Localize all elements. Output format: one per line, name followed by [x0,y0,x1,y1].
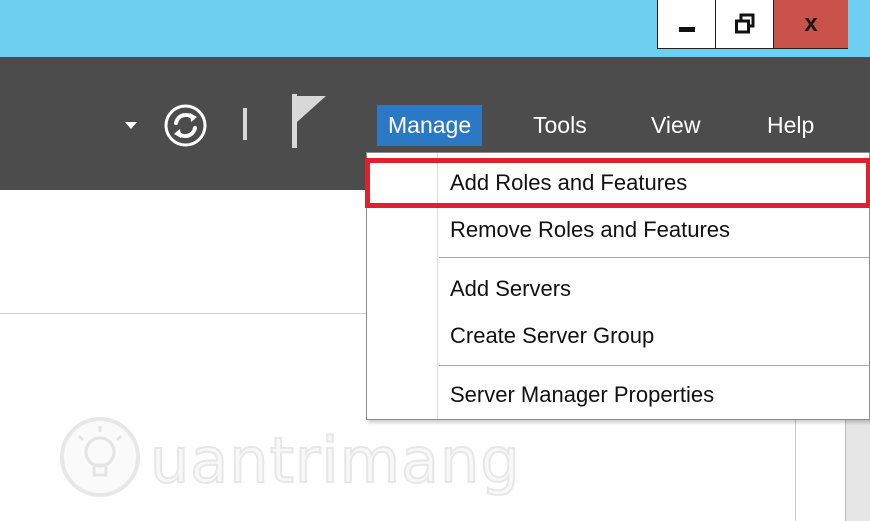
flag-icon[interactable] [288,92,328,150]
menu-item-remove-roles-and-features[interactable]: Remove Roles and Features [367,208,870,252]
menu-separator [439,365,869,366]
menu-tools[interactable]: Tools [533,105,587,146]
restore-button[interactable] [716,0,774,48]
side-panel [845,420,870,521]
minimize-icon [678,27,695,32]
menu-item-label: Add Servers [450,276,572,301]
lightbulb-icon [60,417,140,497]
close-icon: x [804,10,818,37]
close-button[interactable]: x [774,0,848,48]
menu-item-label: Create Server Group [450,323,655,348]
title-bar: x [0,0,870,57]
menu-view[interactable]: View [651,105,700,146]
menu-manage[interactable]: Manage [377,105,483,146]
menu-item-create-server-group[interactable]: Create Server Group [367,314,870,358]
menu-item-label: Server Manager Properties [450,382,715,407]
refresh-icon[interactable] [163,103,208,148]
toolbar-separator [243,108,247,140]
menu-item-add-servers[interactable]: Add Servers [367,267,870,311]
chevron-down-icon[interactable] [124,120,138,130]
restore-icon [734,13,754,34]
watermark-text: uantrimang [149,423,521,498]
menu-separator [439,257,869,258]
highlight-annotation [365,158,870,208]
menu-item-label: Remove Roles and Features [450,217,731,242]
menu-help[interactable]: Help [767,105,814,146]
manage-dropdown-menu: Add Roles and Features Remove Roles and … [365,152,870,420]
menu-item-server-manager-properties[interactable]: Server Manager Properties [367,373,870,417]
window-controls: x [657,0,848,49]
minimize-button[interactable] [658,0,716,48]
column-divider [795,420,796,521]
